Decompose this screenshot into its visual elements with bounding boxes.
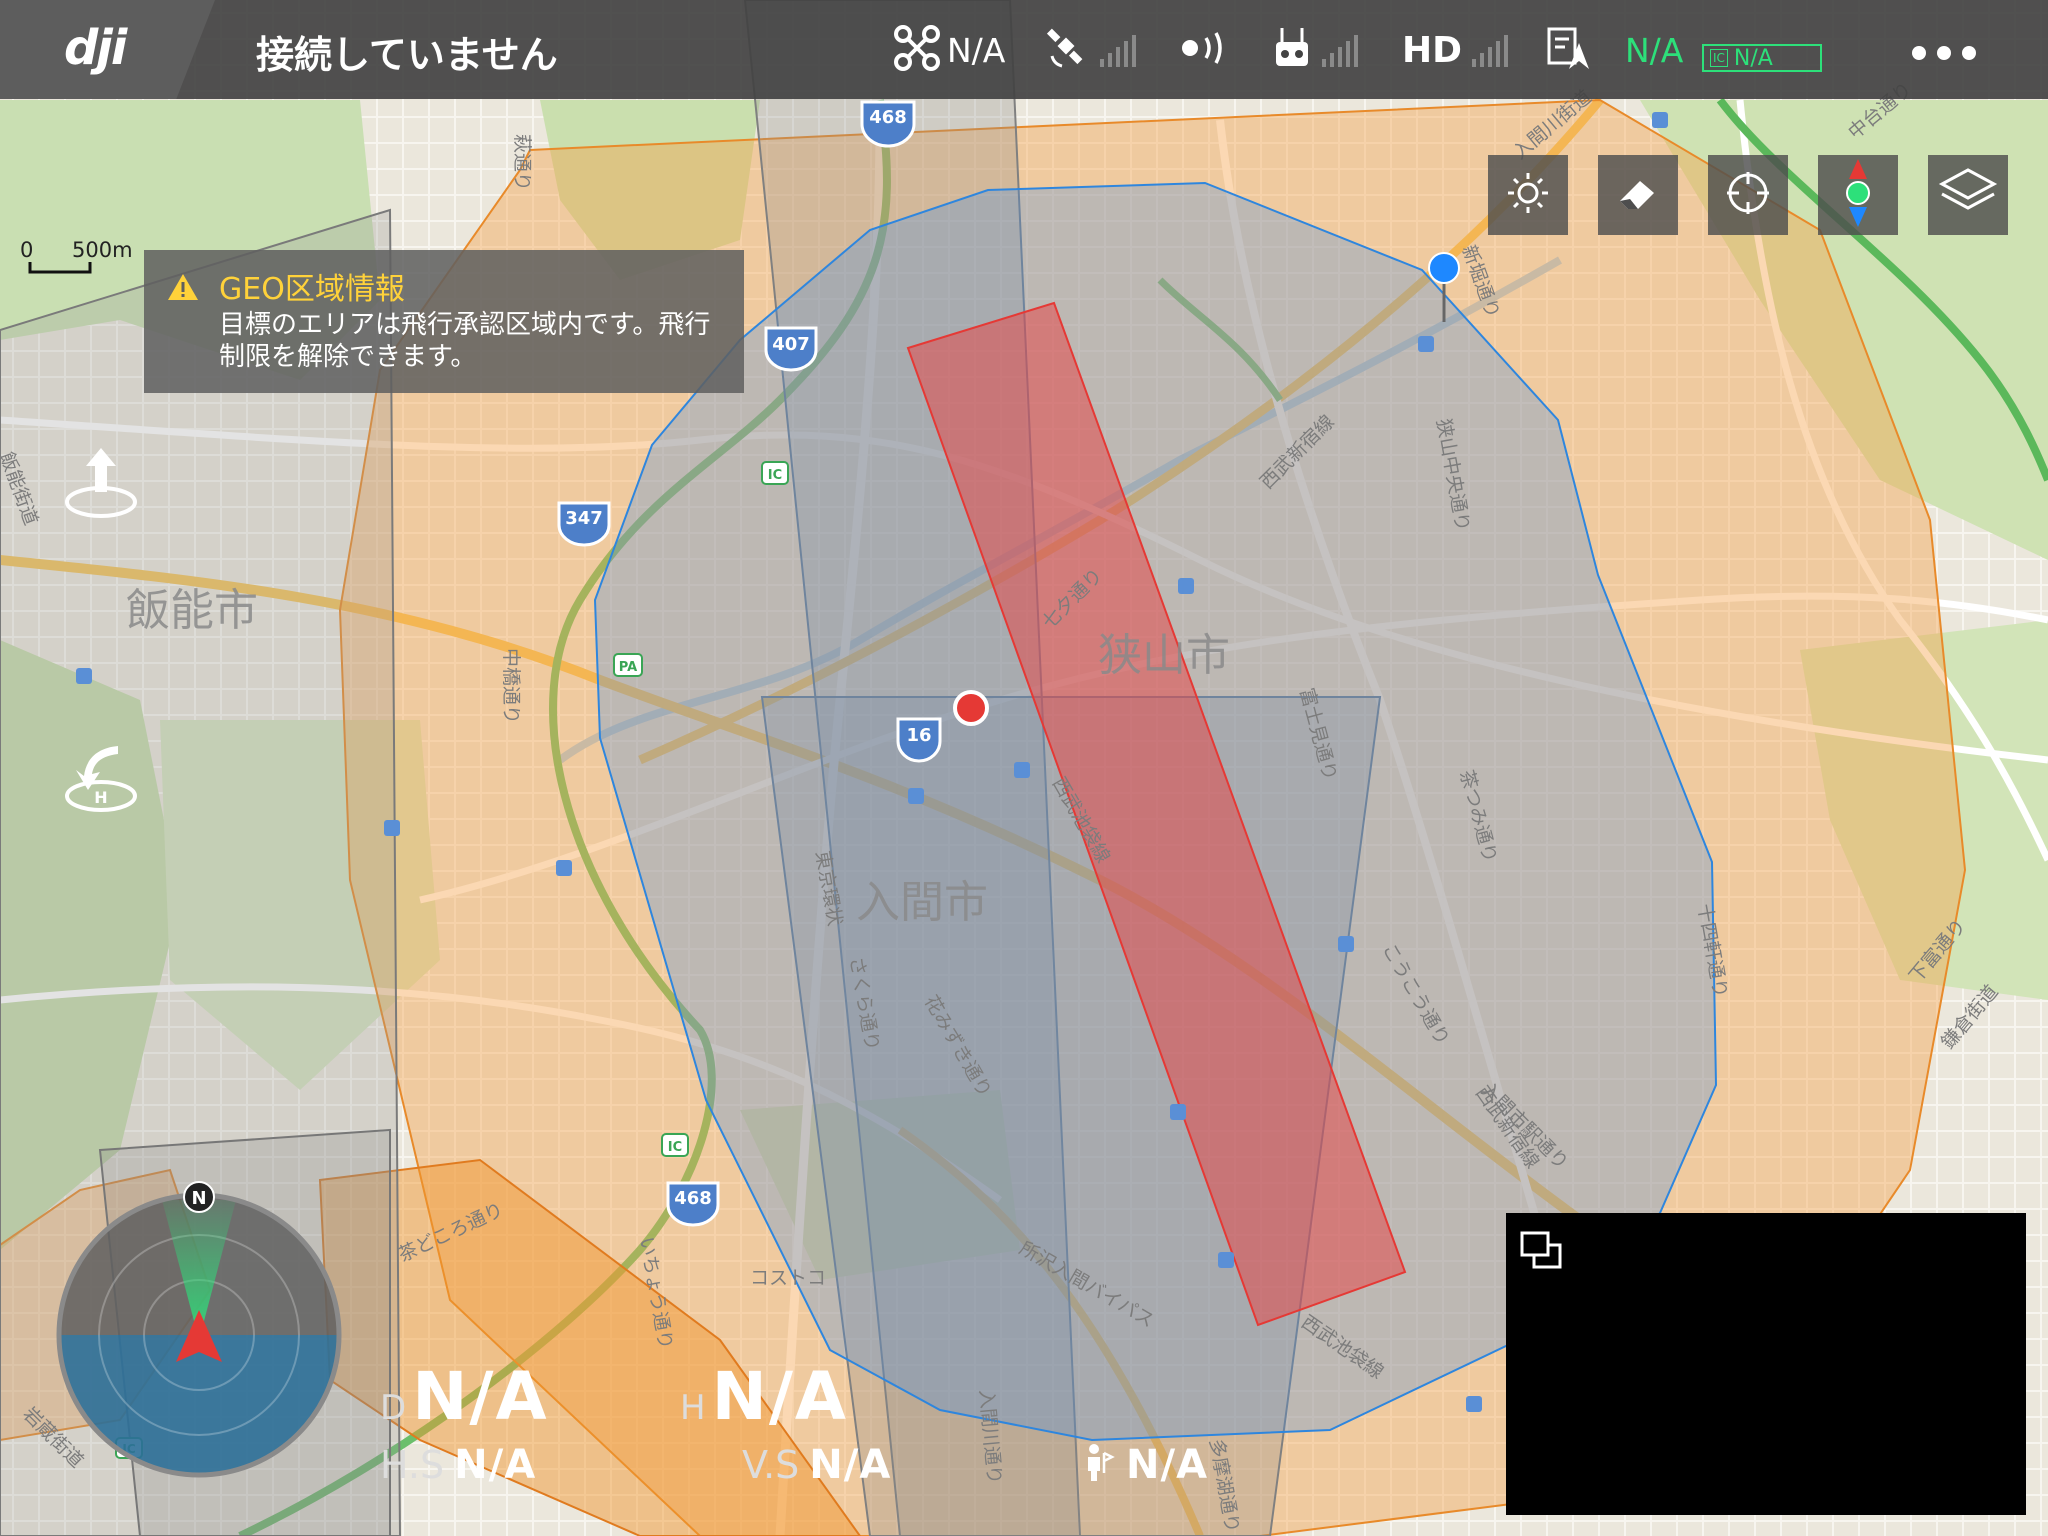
sun-icon [1506,171,1550,219]
aircraft-mode-indicator[interactable]: N/A [893,24,1006,76]
interchange-badge: PA [613,653,643,677]
hs-prefix: H.S [380,1443,445,1487]
brightness-button[interactable] [1488,155,1568,235]
route-shield: 347 [557,501,611,547]
switch-view-icon[interactable] [1520,1231,1564,1275]
video-signal-indicator[interactable]: HD [1402,26,1509,74]
vertical-speed-readout: V.S N/A [742,1442,891,1488]
connection-status[interactable]: 接続していません [256,24,558,79]
hs-value: N/A [454,1442,537,1488]
more-options-button[interactable] [1912,46,1976,60]
vs-prefix: V.S [742,1443,800,1487]
drone-icon [893,24,941,76]
geo-zone-message: 目標のエリアは飛行承認区域内です。飛行制限を解除できます。 [219,310,711,372]
map-layers-button[interactable] [1928,155,2008,235]
road-label: 萩通り [511,134,533,191]
svg-text:468: 468 [869,107,907,128]
geo-zone-title: GEO区域情報 [219,272,405,307]
pilot-distance-value: N/A [1126,1442,1209,1488]
north-label: N [191,1188,206,1209]
svg-text:PA: PA [619,660,637,675]
warning-icon [166,272,200,306]
eraser-icon [1614,173,1662,217]
height-prefix: H [680,1388,706,1428]
satellite-icon [1046,26,1090,74]
horizontal-speed-readout: H.S N/A [380,1442,536,1488]
pilot-distance-readout: N/A [1082,1442,1208,1488]
scale-ruler [28,262,92,274]
locate-aircraft-button[interactable] [1708,155,1788,235]
vs-value: N/A [809,1442,892,1488]
compass-lock-button[interactable] [1818,155,1898,235]
takeoff-icon [60,448,142,528]
svg-text:H: H [94,788,107,807]
clear-path-button[interactable] [1598,155,1678,235]
distance-value: N/A [412,1358,549,1435]
top-status-bar: dji 接続していません N/A HD N/A IC N/A [0,0,2048,99]
camera-preview[interactable] [1506,1213,2026,1515]
rc-signal-bars [1322,33,1358,67]
distance-prefix: D [380,1388,407,1428]
distance-readout: DN/A [380,1358,549,1435]
return-home-icon: H [60,746,142,822]
route-shield: 407 [764,326,818,372]
svg-text:347: 347 [565,508,603,529]
flight-mode-indicator[interactable] [1545,26,1591,74]
gps-signal-indicator[interactable] [1046,26,1136,74]
city-label: 入間市 [856,877,988,928]
svg-text:16: 16 [906,725,931,746]
battery-ic-icon: IC [1710,49,1728,67]
layers-icon [1938,166,1998,224]
remote-controller-icon [1272,26,1312,74]
map-scale-bar: 0 500m [20,238,150,278]
svg-text:407: 407 [772,334,810,355]
svg-text:IC: IC [668,1140,682,1155]
remote-controller-signal-indicator[interactable] [1272,26,1358,74]
height-value: N/A [711,1358,848,1435]
video-label: HD [1402,29,1463,71]
return-to-home-button[interactable]: H [60,736,142,818]
aircraft-mode-text: N/A [947,30,1006,70]
svg-text:468: 468 [674,1188,712,1209]
crosshair-icon [1725,170,1771,220]
road-label: 中橋通り [500,648,522,724]
scale-distance-label: 500m [72,238,133,262]
route-shield: 468 [860,100,916,148]
interchange-badge: IC [661,1133,689,1157]
poi-label: コストコ [750,1267,826,1289]
geo-zone-info-panel[interactable]: GEO区域情報 目標のエリアは飛行承認区域内です。飛行制限を解除できます。 [144,250,744,393]
attitude-radar[interactable]: N [54,1180,354,1480]
auto-takeoff-button[interactable] [60,442,142,524]
video-signal-bars [1472,33,1509,67]
obstacle-sensing-indicator[interactable] [1178,26,1234,74]
battery-percent-text: N/A [1625,30,1684,70]
city-label: 飯能市 [126,585,258,636]
gps-signal-bars [1100,33,1136,67]
battery-level-bar[interactable]: IC N/A [1702,44,1822,72]
route-shield: 16 [896,717,942,763]
battery-bar-text: N/A [1733,45,1773,71]
interchange-badge: IC [761,461,789,485]
battery-percentage[interactable]: N/A [1619,26,1683,74]
aircraft-position-marker[interactable] [953,690,989,726]
flight-mode-icon [1545,25,1591,75]
sensor-wave-icon [1178,28,1234,72]
height-readout: HN/A [680,1358,848,1435]
scale-zero-label: 0 [20,238,34,262]
dji-logo[interactable]: dji [64,20,127,76]
svg-text:IC: IC [768,468,782,483]
north-arrow-icon [1843,157,1873,233]
route-shield: 468 [666,1181,720,1227]
city-label: 狭山市 [1098,630,1230,681]
pilot-icon [1082,1443,1116,1487]
